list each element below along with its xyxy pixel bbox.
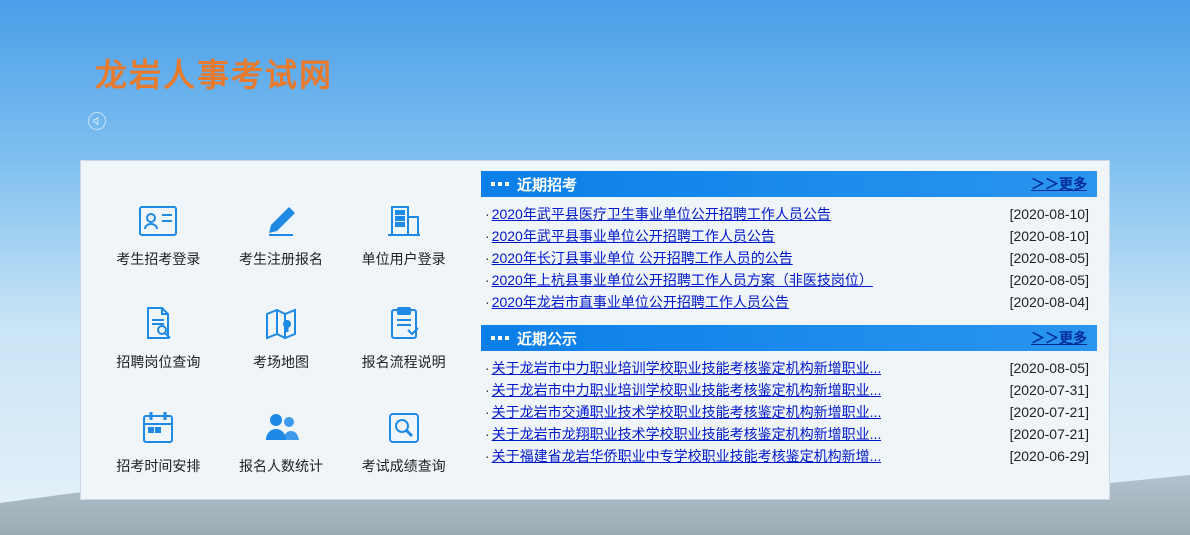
pen-icon xyxy=(259,199,303,243)
result-search-icon xyxy=(382,406,426,450)
grid-org-login[interactable]: 单位用户登录 xyxy=(346,186,461,282)
grid-item-label: 报名人数统计 xyxy=(239,456,323,476)
list-link[interactable]: 2020年上杭县事业单位公开招聘工作人员方案（非医技岗位） xyxy=(485,269,873,291)
grid-item-label: 招聘岗位查询 xyxy=(116,352,200,372)
grid-register[interactable]: 考生注册报名 xyxy=(224,186,339,282)
dots-icon xyxy=(491,336,509,340)
grid-applicant-stats[interactable]: 报名人数统计 xyxy=(224,393,339,489)
list-date: [2020-07-31] xyxy=(1010,379,1089,401)
list-link[interactable]: 2020年武平县事业单位公开招聘工作人员公告 xyxy=(485,225,775,247)
list-item: 关于龙岩市中力职业培训学校职业技能考核鉴定机构新增职业... [2020-07-3… xyxy=(485,379,1089,401)
section-title: 近期招考 xyxy=(517,174,577,195)
list-date: [2020-07-21] xyxy=(1010,401,1089,423)
list-date: [2020-08-04] xyxy=(1010,291,1089,313)
list-link[interactable]: 关于龙岩市中力职业培训学校职业技能考核鉴定机构新增职业... xyxy=(485,379,881,401)
notice-list: 关于龙岩市中力职业培训学校职业技能考核鉴定机构新增职业... [2020-08-0… xyxy=(481,351,1097,473)
grid-item-label: 考生注册报名 xyxy=(239,249,323,269)
more-link[interactable]: ＞＞更多 xyxy=(1031,174,1087,194)
grid-item-label: 考场地图 xyxy=(253,352,309,372)
list-item: 2020年长汀县事业单位 公开招聘工作人员的公告 [2020-08-05] xyxy=(485,247,1089,269)
recruit-list: 2020年武平县医疗卫生事业单位公开招聘工作人员公告 [2020-08-10] 2… xyxy=(481,197,1097,319)
grid-item-label: 考生招考登录 xyxy=(116,249,200,269)
list-item: 2020年龙岩市直事业单位公开招聘工作人员公告 [2020-08-04] xyxy=(485,291,1089,313)
list-date: [2020-08-10] xyxy=(1010,225,1089,247)
people-icon xyxy=(259,406,303,450)
list-link[interactable]: 关于龙岩市交通职业技术学校职业技能考核鉴定机构新增职业... xyxy=(485,401,881,423)
list-date: [2020-08-05] xyxy=(1010,357,1089,379)
grid-item-label: 招考时间安排 xyxy=(116,456,200,476)
grid-exam-map[interactable]: 考场地图 xyxy=(224,290,339,386)
list-date: [2020-08-05] xyxy=(1010,269,1089,291)
list-link[interactable]: 2020年长汀县事业单位 公开招聘工作人员的公告 xyxy=(485,247,793,269)
grid-item-label: 单位用户登录 xyxy=(362,249,446,269)
list-item: 2020年武平县事业单位公开招聘工作人员公告 [2020-08-10] xyxy=(485,225,1089,247)
calendar-icon xyxy=(136,406,180,450)
grid-schedule[interactable]: 招考时间安排 xyxy=(101,393,216,489)
list-item: 2020年上杭县事业单位公开招聘工作人员方案（非医技岗位） [2020-08-05… xyxy=(485,269,1089,291)
grid-item-label: 报名流程说明 xyxy=(362,352,446,372)
list-item: 关于龙岩市交通职业技术学校职业技能考核鉴定机构新增职业... [2020-07-2… xyxy=(485,401,1089,423)
recruit-section: 近期招考 ＞＞更多 2020年武平县医疗卫生事业单位公开招聘工作人员公告 [202… xyxy=(481,171,1097,319)
map-icon xyxy=(259,302,303,346)
dots-icon xyxy=(491,182,509,186)
recruit-header: 近期招考 ＞＞更多 xyxy=(481,171,1097,197)
grid-job-search[interactable]: 招聘岗位查询 xyxy=(101,290,216,386)
list-date: [2020-08-05] xyxy=(1010,247,1089,269)
more-link[interactable]: ＞＞更多 xyxy=(1031,328,1087,348)
icon-grid: 考生招考登录 考生注册报名 单位用户登录 招聘岗位查询 考场地图 xyxy=(81,161,481,499)
list-link[interactable]: 关于福建省龙岩华侨职业中专学校职业技能考核鉴定机构新增... xyxy=(485,445,881,467)
building-icon xyxy=(382,199,426,243)
section-title: 近期公示 xyxy=(517,328,577,349)
list-link[interactable]: 2020年龙岩市直事业单位公开招聘工作人员公告 xyxy=(485,291,789,313)
list-date: [2020-08-10] xyxy=(1010,203,1089,225)
notice-section: 近期公示 ＞＞更多 关于龙岩市中力职业培训学校职业技能考核鉴定机构新增职业...… xyxy=(481,325,1097,473)
id-card-icon xyxy=(136,199,180,243)
notice-header: 近期公示 ＞＞更多 xyxy=(481,325,1097,351)
list-link[interactable]: 2020年武平县医疗卫生事业单位公开招聘工作人员公告 xyxy=(485,203,831,225)
grid-candidate-login[interactable]: 考生招考登录 xyxy=(101,186,216,282)
list-item: 2020年武平县医疗卫生事业单位公开招聘工作人员公告 [2020-08-10] xyxy=(485,203,1089,225)
right-column: 近期招考 ＞＞更多 2020年武平县医疗卫生事业单位公开招聘工作人员公告 [202… xyxy=(481,161,1109,499)
speaker-icon[interactable] xyxy=(88,112,106,130)
main-panel: 考生招考登录 考生注册报名 单位用户登录 招聘岗位查询 考场地图 xyxy=(80,160,1110,500)
list-date: [2020-07-21] xyxy=(1010,423,1089,445)
grid-score-query[interactable]: 考试成绩查询 xyxy=(346,393,461,489)
list-item: 关于龙岩市中力职业培训学校职业技能考核鉴定机构新增职业... [2020-08-0… xyxy=(485,357,1089,379)
list-item: 关于福建省龙岩华侨职业中专学校职业技能考核鉴定机构新增... [2020-06-2… xyxy=(485,445,1089,467)
list-link[interactable]: 关于龙岩市龙翔职业技术学校职业技能考核鉴定机构新增职业... xyxy=(485,423,881,445)
grid-process-guide[interactable]: 报名流程说明 xyxy=(346,290,461,386)
list-date: [2020-06-29] xyxy=(1010,445,1089,467)
doc-search-icon xyxy=(136,302,180,346)
list-link[interactable]: 关于龙岩市中力职业培训学校职业技能考核鉴定机构新增职业... xyxy=(485,357,881,379)
clipboard-icon xyxy=(382,302,426,346)
site-title: 龙岩人事考试网 xyxy=(0,0,1190,96)
grid-item-label: 考试成绩查询 xyxy=(362,456,446,476)
list-item: 关于龙岩市龙翔职业技术学校职业技能考核鉴定机构新增职业... [2020-07-2… xyxy=(485,423,1089,445)
